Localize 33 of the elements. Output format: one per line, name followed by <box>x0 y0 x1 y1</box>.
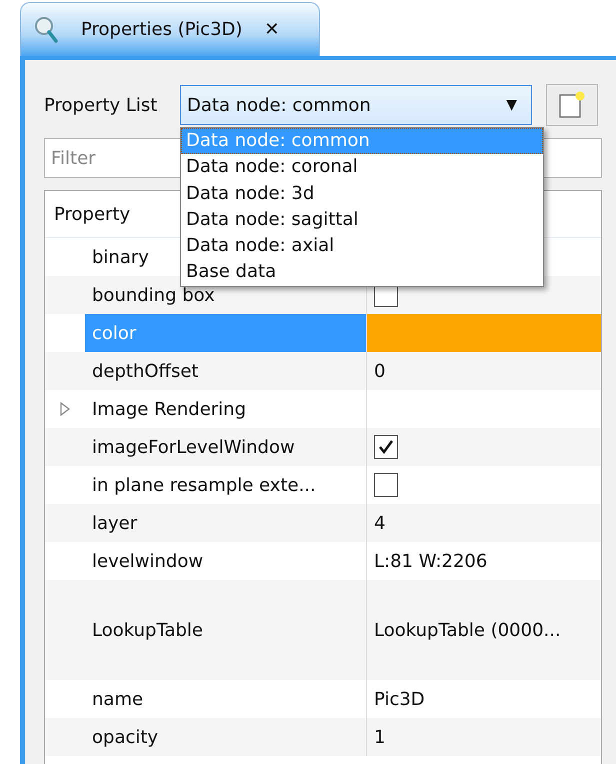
property-list-label: Property List <box>44 94 158 116</box>
checkbox[interactable] <box>374 435 398 459</box>
dropdown-option[interactable]: Data node: 3d <box>181 180 543 207</box>
property-name[interactable]: name <box>85 680 366 718</box>
property-name[interactable]: in plane resample exte... <box>85 466 366 504</box>
property-value: 4 <box>374 512 386 534</box>
close-icon[interactable]: ✕ <box>264 19 280 40</box>
expand-arrow-icon[interactable] <box>59 401 71 417</box>
property-value: LookupTable (0000... <box>374 620 561 640</box>
dropdown-option[interactable]: Base data <box>181 259 543 286</box>
page-icon <box>557 90 587 120</box>
dropdown-option[interactable]: Data node: sagittal <box>181 206 543 234</box>
property-name[interactable]: Image Rendering <box>85 390 366 428</box>
new-button[interactable] <box>546 84 598 126</box>
property-value: L:81 W:2206 <box>374 550 488 572</box>
property-name[interactable]: depthOffset <box>85 352 366 390</box>
checkmark-icon <box>377 438 395 456</box>
property-name[interactable]: LookupTable <box>85 580 366 680</box>
dropdown-option[interactable]: Data node: coronal <box>181 154 543 181</box>
color-swatch[interactable] <box>367 314 601 352</box>
magnifier-icon <box>33 14 59 44</box>
property-name[interactable]: layer <box>85 504 366 542</box>
dropdown-option[interactable]: Data node: axial <box>181 233 543 260</box>
tab-title: Properties (Pic3D) <box>81 19 242 40</box>
property-value: 1 <box>374 726 386 748</box>
property-value: Pic3D <box>374 688 425 710</box>
property-name[interactable]: levelwindow <box>85 542 366 580</box>
property-list-dropdown[interactable]: Data node: common ▼ <box>180 85 532 125</box>
checkbox[interactable] <box>374 473 398 497</box>
panel-tab[interactable]: Properties (Pic3D) ✕ <box>20 2 320 56</box>
column-header[interactable]: Property <box>54 204 130 224</box>
property-name[interactable]: opacity <box>85 718 366 756</box>
property-value: 0 <box>374 360 386 382</box>
